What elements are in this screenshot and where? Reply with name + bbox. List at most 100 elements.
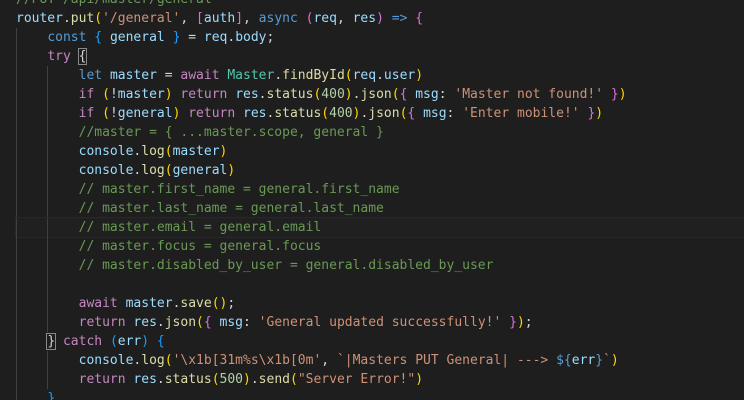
indent-guide bbox=[47, 294, 49, 313]
code-token: ; bbox=[227, 296, 236, 311]
code-token: [ bbox=[196, 11, 204, 26]
code-token: , bbox=[336, 11, 353, 26]
indent-guide bbox=[16, 313, 17, 332]
code-line[interactable]: if (!master) return res.status(400).json… bbox=[16, 85, 744, 104]
code-line[interactable]: } bbox=[16, 389, 744, 400]
code-line[interactable]: const { general } = req.body; bbox=[16, 28, 744, 47]
code-line[interactable] bbox=[16, 275, 744, 294]
code-line[interactable]: await master.save(); bbox=[16, 294, 744, 313]
code-line[interactable]: } catch (err) { bbox=[16, 332, 744, 351]
indent-guide bbox=[16, 275, 17, 294]
code-line[interactable]: return res.status(500).send("Server Erro… bbox=[16, 370, 744, 389]
code-line[interactable]: try { bbox=[16, 47, 744, 66]
code-token: master bbox=[125, 296, 173, 311]
indent-guide bbox=[16, 123, 17, 142]
code-token: if bbox=[78, 106, 95, 121]
indent-guide bbox=[47, 104, 49, 123]
indent-guide bbox=[47, 370, 49, 389]
code-line[interactable]: // master.disabled_by_user = general.dis… bbox=[16, 256, 744, 275]
code-token: status bbox=[266, 87, 314, 102]
code-token: ( bbox=[196, 315, 204, 330]
code-token: msg bbox=[415, 87, 439, 102]
code-token: // master.disabled_by_user = general.dis… bbox=[78, 258, 494, 273]
indent-guide bbox=[47, 180, 49, 199]
code-token: const bbox=[47, 30, 87, 45]
code-lines[interactable]: //PUT /api/master/general router.put('/ge… bbox=[15, 0, 744, 400]
indent-guide bbox=[16, 389, 17, 400]
code-token: ) bbox=[516, 315, 525, 330]
indent-guide bbox=[47, 237, 49, 256]
code-line[interactable]: console.log(general) bbox=[16, 161, 744, 180]
indent-guide bbox=[16, 85, 17, 104]
code-token: res bbox=[352, 11, 377, 26]
code-token: ) bbox=[227, 163, 236, 178]
indent-guide bbox=[16, 28, 17, 47]
code-token: ) bbox=[415, 68, 424, 83]
code-token: let bbox=[78, 68, 103, 83]
code-token: log bbox=[141, 144, 165, 159]
code-token: { bbox=[94, 30, 103, 45]
code-token: . bbox=[156, 315, 165, 330]
code-line[interactable]: // master.email = general.email bbox=[15, 217, 744, 238]
code-token: ; bbox=[266, 30, 275, 45]
code-line[interactable]: let master = await Master.findById(req.u… bbox=[16, 66, 744, 85]
code-token: // master.last_name = general.last_name bbox=[78, 201, 384, 216]
code-token: json bbox=[164, 315, 197, 330]
code-token: ) bbox=[610, 353, 619, 368]
indent-guide bbox=[16, 180, 17, 199]
code-editor[interactable]: //PUT /api/master/general router.put('/ge… bbox=[0, 0, 744, 400]
code-token: . bbox=[258, 87, 267, 102]
code-token: return bbox=[188, 106, 236, 121]
code-line[interactable]: return res.json({ msg: 'General updated … bbox=[16, 313, 744, 332]
code-token: 500 bbox=[219, 372, 244, 387]
indent-guide bbox=[47, 256, 49, 275]
code-token: save bbox=[180, 296, 212, 311]
indent-guide bbox=[47, 161, 49, 180]
code-token: ( bbox=[109, 334, 118, 349]
code-token: } bbox=[595, 353, 604, 368]
indent-guide bbox=[16, 332, 17, 351]
code-line[interactable]: // master.first_name = general.first_nam… bbox=[16, 180, 744, 199]
code-line[interactable]: //PUT /api/master/general bbox=[16, 0, 744, 9]
code-line[interactable]: console.log('\x1b[31m%s\x1b[0m', `|Maste… bbox=[16, 351, 744, 370]
code-token: if bbox=[78, 87, 95, 102]
code-token: ) bbox=[219, 144, 228, 159]
code-token: err bbox=[117, 334, 142, 349]
code-token: ( bbox=[211, 372, 220, 387]
code-line[interactable]: // master.focus = general.focus bbox=[16, 237, 744, 256]
code-token: : bbox=[438, 87, 455, 102]
indent-guide bbox=[16, 161, 17, 180]
indent-guide bbox=[47, 313, 49, 332]
code-line[interactable]: router.put('/general', [auth], async (re… bbox=[16, 9, 744, 28]
indent-guide bbox=[47, 123, 49, 142]
code-token: 400 bbox=[321, 87, 345, 102]
code-token: res bbox=[133, 372, 157, 387]
code-token: { bbox=[415, 11, 424, 26]
code-token: , bbox=[243, 11, 259, 26]
code-token: res bbox=[243, 106, 267, 121]
code-token: ` bbox=[603, 353, 611, 368]
code-token: "Server Error!" bbox=[297, 372, 416, 387]
code-line[interactable]: console.log(master) bbox=[16, 142, 744, 161]
code-token: //PUT /api/master/general bbox=[16, 0, 212, 7]
code-token: 'General updated successfully!' bbox=[258, 315, 502, 330]
code-token: req bbox=[352, 68, 377, 83]
code-line[interactable]: //master = { ...master.scope, general } bbox=[16, 123, 744, 142]
code-token: { bbox=[156, 334, 165, 349]
code-token: ) bbox=[595, 106, 604, 121]
code-line[interactable]: // master.last_name = general.last_name bbox=[16, 199, 744, 218]
code-token: ! bbox=[109, 87, 118, 102]
indent-guide bbox=[47, 275, 49, 294]
indent-guide bbox=[47, 351, 49, 370]
code-line[interactable]: if (!general) return res.status(400).jso… bbox=[16, 104, 744, 123]
code-token: res bbox=[235, 87, 259, 102]
code-token: router bbox=[16, 11, 63, 26]
